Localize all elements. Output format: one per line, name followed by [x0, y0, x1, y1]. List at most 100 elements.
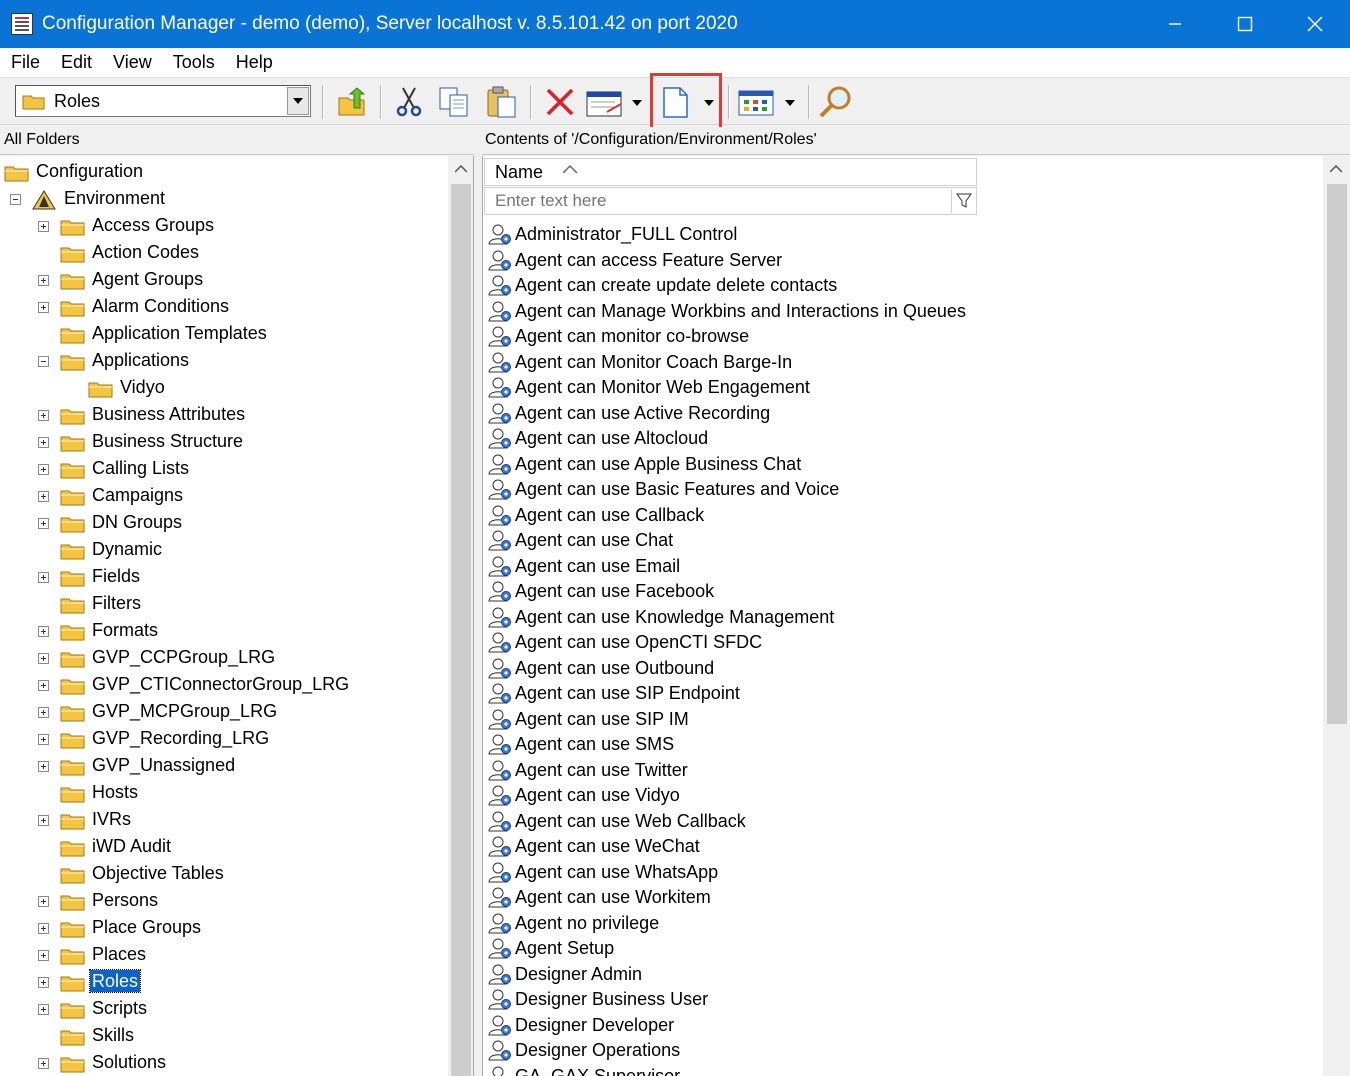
- properties-button[interactable]: [584, 85, 644, 119]
- tree-item[interactable]: Skills: [0, 1023, 448, 1049]
- list-item[interactable]: Agent can use Workitem: [483, 884, 1323, 910]
- collapse-icon[interactable]: [10, 194, 21, 205]
- collapse-icon[interactable]: [38, 356, 49, 367]
- folder-combo[interactable]: Roles: [15, 85, 311, 117]
- tree-item[interactable]: Hosts: [0, 780, 448, 806]
- list-item[interactable]: Agent can Monitor Coach Barge-In: [483, 349, 1323, 375]
- delete-button[interactable]: [542, 85, 578, 119]
- panel-splitter[interactable]: [474, 127, 482, 1076]
- list-item[interactable]: Agent can use SIP IM: [483, 706, 1323, 732]
- tree-item[interactable]: GVP_MCPGroup_LRG: [0, 699, 448, 725]
- list-item[interactable]: Agent can use Outbound: [483, 655, 1323, 681]
- list-item[interactable]: Agent can use Vidyo: [483, 782, 1323, 808]
- list-item[interactable]: Agent can create update delete contacts: [483, 272, 1323, 298]
- expand-icon[interactable]: [38, 977, 49, 988]
- list-item[interactable]: Agent can use Email: [483, 553, 1323, 579]
- tree-item[interactable]: Agent Groups: [0, 267, 448, 293]
- expand-icon[interactable]: [38, 815, 49, 826]
- list-item[interactable]: Agent can use Twitter: [483, 757, 1323, 783]
- new-object-button[interactable]: [658, 85, 718, 119]
- list-item[interactable]: Agent can access Feature Server: [483, 247, 1323, 273]
- tree-item[interactable]: Objective Tables: [0, 861, 448, 887]
- tree-item[interactable]: Action Codes: [0, 240, 448, 266]
- tree-item[interactable]: Environment: [0, 186, 448, 212]
- list-item[interactable]: Agent can use Callback: [483, 502, 1323, 528]
- tree-item[interactable]: Applications: [0, 348, 448, 374]
- maximize-button[interactable]: [1210, 0, 1280, 48]
- tree-item[interactable]: Persons: [0, 888, 448, 914]
- up-one-level-button[interactable]: [334, 85, 370, 119]
- tree-item[interactable]: Business Structure: [0, 429, 448, 455]
- list-item[interactable]: Agent can use Web Callback: [483, 808, 1323, 834]
- list-item[interactable]: Agent can use WeChat: [483, 833, 1323, 859]
- list-item[interactable]: Agent can use Apple Business Chat: [483, 451, 1323, 477]
- list-scrollbar[interactable]: [1323, 156, 1350, 1076]
- close-button[interactable]: [1280, 0, 1350, 48]
- tree-scroll-thumb[interactable]: [451, 184, 471, 1076]
- expand-icon[interactable]: [38, 653, 49, 664]
- list-item[interactable]: Agent can use SIP Endpoint: [483, 680, 1323, 706]
- expand-icon[interactable]: [38, 680, 49, 691]
- list-item[interactable]: Agent can use SMS: [483, 731, 1323, 757]
- list-item[interactable]: Agent can monitor co-browse: [483, 323, 1323, 349]
- tree-item[interactable]: GVP_Recording_LRG: [0, 726, 448, 752]
- list-item[interactable]: Designer Admin: [483, 961, 1323, 987]
- menu-tools[interactable]: Tools: [162, 52, 225, 73]
- filter-input[interactable]: [485, 188, 951, 214]
- find-button[interactable]: [816, 85, 856, 119]
- list-item[interactable]: Agent can use Active Recording: [483, 400, 1323, 426]
- tree-item[interactable]: Places: [0, 942, 448, 968]
- expand-icon[interactable]: [38, 410, 49, 421]
- expand-icon[interactable]: [38, 518, 49, 529]
- tree-item[interactable]: Roles: [0, 969, 448, 995]
- tree-item[interactable]: Calling Lists: [0, 456, 448, 482]
- list-item[interactable]: Agent can use OpenCTI SFDC: [483, 629, 1323, 655]
- list-item[interactable]: GA_GAX Supervisor: [483, 1063, 1323, 1076]
- list-item[interactable]: Agent can use Knowledge Management: [483, 604, 1323, 630]
- tree-item[interactable]: Business Attributes: [0, 402, 448, 428]
- menu-file[interactable]: File: [0, 52, 50, 73]
- minimize-button[interactable]: [1140, 0, 1210, 48]
- list-item[interactable]: Agent can use Altocloud: [483, 425, 1323, 451]
- expand-icon[interactable]: [38, 437, 49, 448]
- expand-icon[interactable]: [38, 464, 49, 475]
- menu-edit[interactable]: Edit: [50, 52, 102, 73]
- tree-item[interactable]: Alarm Conditions: [0, 294, 448, 320]
- scroll-up-icon[interactable]: [455, 165, 467, 173]
- paste-button[interactable]: [484, 85, 520, 119]
- expand-icon[interactable]: [38, 1004, 49, 1015]
- name-column-header[interactable]: Name: [484, 158, 977, 186]
- list-item[interactable]: Agent can Manage Workbins and Interactio…: [483, 298, 1323, 324]
- list-item[interactable]: Agent can use Facebook: [483, 578, 1323, 604]
- expand-icon[interactable]: [38, 302, 49, 313]
- list-item[interactable]: Designer Business User: [483, 986, 1323, 1012]
- tree-item[interactable]: Access Groups: [0, 213, 448, 239]
- list-scroll-thumb[interactable]: [1327, 184, 1347, 724]
- list-item[interactable]: Designer Operations: [483, 1037, 1323, 1063]
- expand-icon[interactable]: [38, 950, 49, 961]
- expand-icon[interactable]: [38, 1058, 49, 1069]
- menu-help[interactable]: Help: [225, 52, 283, 73]
- tree-item[interactable]: GVP_Unassigned: [0, 753, 448, 779]
- expand-icon[interactable]: [38, 221, 49, 232]
- tree-item[interactable]: GVP_CCPGroup_LRG: [0, 645, 448, 671]
- list-item[interactable]: Administrator_FULL Control: [483, 221, 1323, 247]
- combo-dropdown-button[interactable]: [287, 87, 309, 115]
- tree-item[interactable]: Solutions: [0, 1050, 448, 1076]
- tree-item[interactable]: Dynamic: [0, 537, 448, 563]
- list-item[interactable]: Agent no privilege: [483, 910, 1323, 936]
- tree-item[interactable]: Place Groups: [0, 915, 448, 941]
- list-item[interactable]: Agent can use WhatsApp: [483, 859, 1323, 885]
- tree-item[interactable]: Scripts: [0, 996, 448, 1022]
- tree-item[interactable]: Formats: [0, 618, 448, 644]
- tree-item[interactable]: DN Groups: [0, 510, 448, 536]
- menu-view[interactable]: View: [102, 52, 162, 73]
- tree-scrollbar[interactable]: [448, 156, 473, 1076]
- tree-item[interactable]: Configuration: [0, 159, 448, 185]
- expand-icon[interactable]: [38, 707, 49, 718]
- list-item[interactable]: Agent can use Basic Features and Voice: [483, 476, 1323, 502]
- tree-item[interactable]: Vidyo: [0, 375, 448, 401]
- cut-button[interactable]: [392, 85, 426, 119]
- expand-icon[interactable]: [38, 761, 49, 772]
- expand-icon[interactable]: [38, 896, 49, 907]
